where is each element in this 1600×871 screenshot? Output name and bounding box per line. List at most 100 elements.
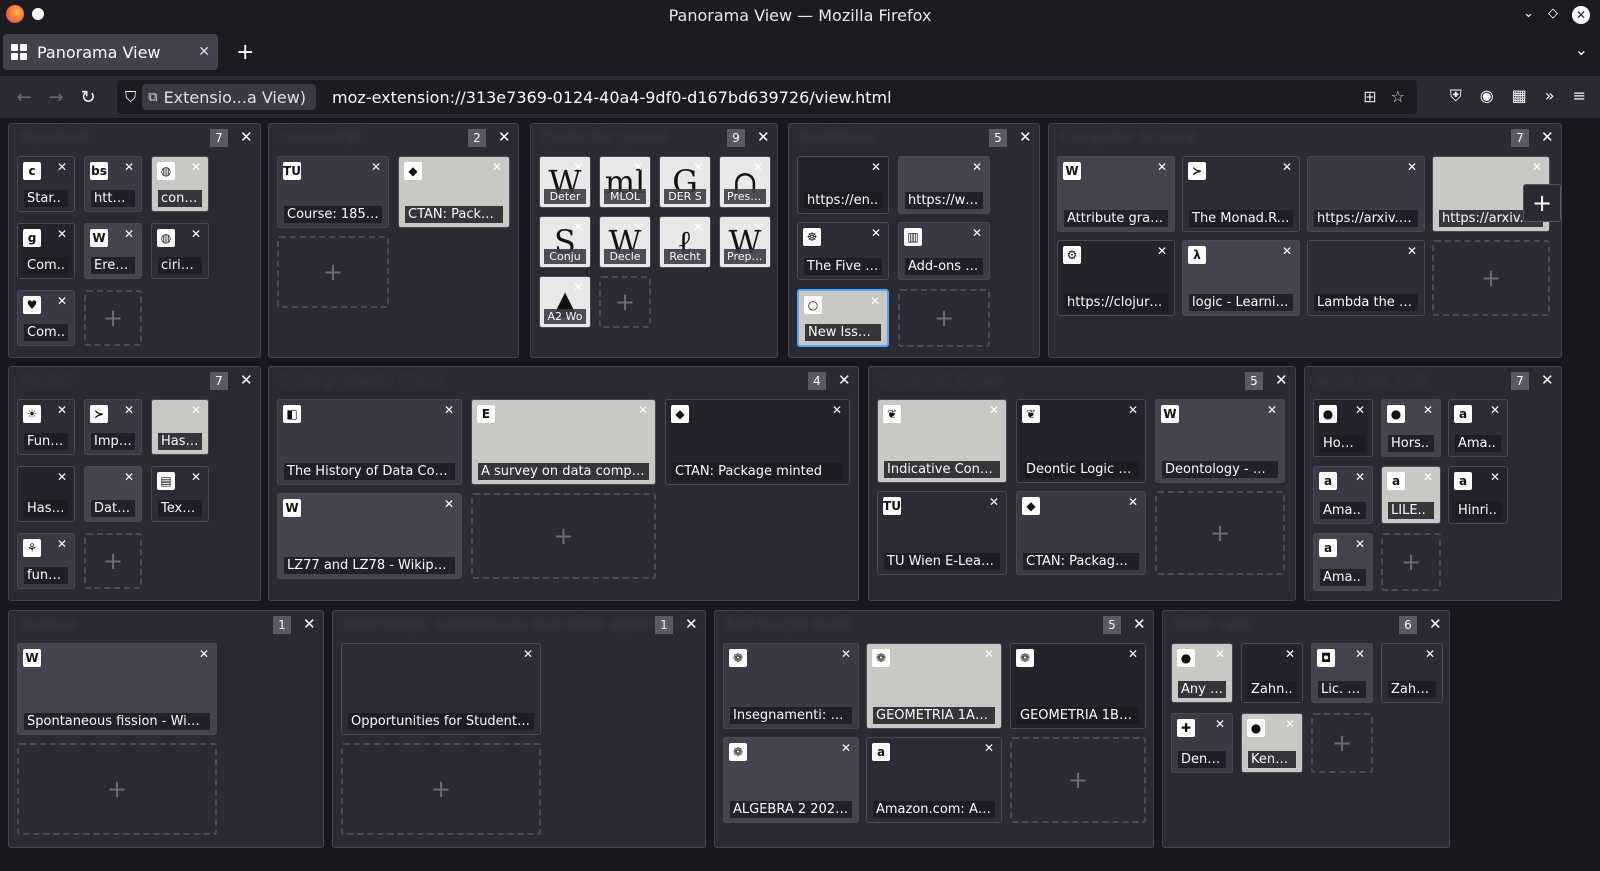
tab-card[interactable]: ✕ Lambda the Ul.. [1307,240,1425,316]
close-group-icon[interactable]: ✕ [1541,371,1554,389]
tab-group[interactable]: Undergraduate Thesis 4 ✕ ◧ ✕ The History of D… [268,366,859,601]
tab-card[interactable]: ◍ ✕ cirius.. [151,223,209,279]
new-tab-in-group-button[interactable]: + [1432,240,1550,316]
tab-panorama-view[interactable]: Panorama View ✕ [3,34,218,70]
close-tab-icon[interactable]: ✕ [121,226,137,242]
close-tab-icon[interactable]: ✕ [1279,243,1295,259]
tab-card[interactable]: ◆ ✕ CTAN: Packag.. [398,156,510,228]
window-menu-icon[interactable] [32,8,44,20]
tab-card[interactable]: ◘ ✕ Lic. G.. [1311,643,1373,703]
close-tab-icon[interactable]: ✕ [1264,402,1280,418]
close-group-icon[interactable]: ✕ [303,615,316,633]
close-tab-icon[interactable]: ✕ [1154,243,1170,259]
close-tab-icon[interactable]: ✕ [121,159,137,175]
new-tab-in-group-button[interactable]: + [1381,533,1441,591]
tab-card[interactable]: W ✕ LZ77 and LZ78 - Wikipedia [277,493,462,579]
close-tab-icon[interactable]: ✕ [54,159,70,175]
tab-card[interactable]: λ ✕ logic - Learnin.. [1182,240,1300,316]
close-tab-icon[interactable]: ✕ [1282,716,1298,732]
close-tab-icon[interactable]: ✕ [750,219,766,235]
new-tab-in-group-button[interactable]: + [277,236,389,308]
overflow-icon[interactable]: » [1545,86,1555,106]
tab-card[interactable]: ▤ ✕ Text... [151,466,209,522]
tab-card[interactable]: a ✕ Ama.. [1313,533,1373,591]
tab-card[interactable]: ❁ ✕ Insegnamenti: pia.. [723,643,859,729]
ublock-icon[interactable]: ⛨ [1450,86,1462,106]
tracking-protection-icon[interactable]: ⛉ [125,88,136,106]
close-tab-icon[interactable]: ✕ [630,219,646,235]
new-group-button[interactable]: + [1523,184,1561,222]
tab-card[interactable]: ✕ https://ww.. [898,156,990,214]
close-group-icon[interactable]: ✕ [1541,128,1554,146]
tab-card[interactable]: ♥ ✕ Com.. [17,290,75,346]
bookmark-star-icon[interactable]: ☆ [1391,87,1405,106]
privacy-badger-icon[interactable]: ◉ [1480,86,1494,106]
group-title[interactable]: Science [19,615,77,633]
close-tab-icon[interactable]: ✕ [690,159,706,175]
tab-card[interactable]: a ✕ Hinri.. [1448,466,1508,524]
tab-group[interactable]: Internships, conferences and other oppor… [332,610,706,848]
tab-group[interactable]: Science 1 ✕ W ✕ Spontaneous fission - Wikipe.… [8,610,324,848]
maximize-icon[interactable]: ◇ [1548,6,1558,24]
close-tab-icon[interactable]: ✕ [1282,646,1298,662]
close-group-icon[interactable]: ✕ [498,128,511,146]
close-group-icon[interactable]: ✕ [757,128,770,146]
close-group-icon[interactable]: ✕ [1133,615,1146,633]
forward-button[interactable]: → [40,87,72,108]
tab-card[interactable]: ℓ ✕ Recht [659,216,711,268]
close-tab-icon[interactable]: ✕ [868,159,884,175]
tab-card[interactable]: W ✕ Deter [539,156,591,208]
close-tab-icon[interactable]: ✕ [1420,469,1436,485]
tab-card[interactable]: ⚙ ✕ https://clojure... [1057,240,1175,316]
tab-card[interactable]: ▲ ✕ A2 Wo [539,276,591,328]
close-tab-icon[interactable]: ✕ [121,402,137,418]
tab-group[interactable]: Buddhism 5 ✕ ✕ https://en.. ✕ https://ww.. ☸ ✕ Th… [788,123,1040,358]
tab-card[interactable]: ☀ ✕ Func.. [17,399,75,455]
tab-card[interactable]: ◆ ✕ CTAN: Package minted [665,399,850,485]
tab-card[interactable]: ✕ Data... [84,466,142,522]
close-tab-icon[interactable]: ✕ [1420,402,1436,418]
group-title[interactable]: Self-taught math [725,615,851,633]
list-all-tabs-icon[interactable]: ⌄ [1575,40,1588,59]
tab-card[interactable]: W ✕ Prepos [719,216,771,268]
close-tab-icon[interactable]: ✕ [1529,159,1545,175]
tab-card[interactable]: ❦ ✕ Deontic Logic (St.. [1016,399,1146,483]
close-tab-icon[interactable]: ✕ [188,226,204,242]
close-tab-icon[interactable]: ✕ [441,496,457,512]
close-tab-icon[interactable]: ✕ [1212,716,1228,732]
close-tab-icon[interactable]: ✕ [121,469,137,485]
tab-card[interactable]: ✕ Hask.. [151,399,209,455]
tab-card[interactable]: a ✕ Amazon.com: Alg.. [866,737,1002,823]
tab-card[interactable]: ◍ ✕ contr.. [151,156,209,212]
close-tab-icon[interactable]: ✕ [829,402,845,418]
close-group-icon[interactable]: ✕ [240,371,253,389]
new-tab-in-group-button[interactable]: + [471,493,656,579]
close-group-icon[interactable]: ✕ [1019,128,1032,146]
group-title[interactable]: Buddhism [799,128,874,146]
tab-card[interactable]: ❁ ✕ GEOMETRIA 1B 2.. [1010,643,1146,729]
close-tab-icon[interactable]: ✕ [188,469,204,485]
url-text[interactable]: moz-extension://313e7369-0124-40a4-9df0-… [332,88,892,107]
panorama-view-icon[interactable]: ▦ [1512,86,1527,106]
close-tab-icon[interactable]: ✕ [981,740,997,756]
new-tab-in-group-button[interactable]: + [1311,713,1373,773]
close-tab-icon[interactable]: ✕ [54,536,70,552]
tab-card[interactable]: ✕ Opportunities for Students | .. [341,643,541,735]
tab-card[interactable]: ● ✕ Hors.. [1381,399,1441,457]
minimize-icon[interactable]: ⌄ [1523,6,1534,24]
tab-card[interactable]: ❦ ✕ Indicative Conditi.. [877,399,1007,483]
tab-card[interactable]: ◧ ✕ The History of Data Compr... [277,399,462,485]
close-tab-icon[interactable]: ✕ [867,293,883,309]
tab-card[interactable]: G ✕ DER S [659,156,711,208]
tab-card[interactable]: ✕ Zahn.. [1241,643,1303,703]
tab-card[interactable]: g ✕ Com.. [17,223,75,279]
tab-card[interactable]: ❁ ✕ ALGEBRA 2 2021/.. [723,737,859,823]
close-tab-icon[interactable]: ✕ [520,646,536,662]
tab-card[interactable]: W ✕ Deontology - Wiki.. [1155,399,1285,483]
tab-card[interactable]: ● ✕ Any d.. [1171,643,1233,703]
tab-group[interactable]: Standard 7 ✕ c ✕ Star.. bs ✕ https.. ◍ ✕ contr.. g ✕ C… [8,123,261,358]
close-tab-icon[interactable]: ✕ [981,646,997,662]
close-group-icon[interactable]: ✕ [1429,615,1442,633]
new-tab-in-group-button[interactable]: + [599,276,651,328]
close-tab-icon[interactable]: ✕ [1352,469,1368,485]
